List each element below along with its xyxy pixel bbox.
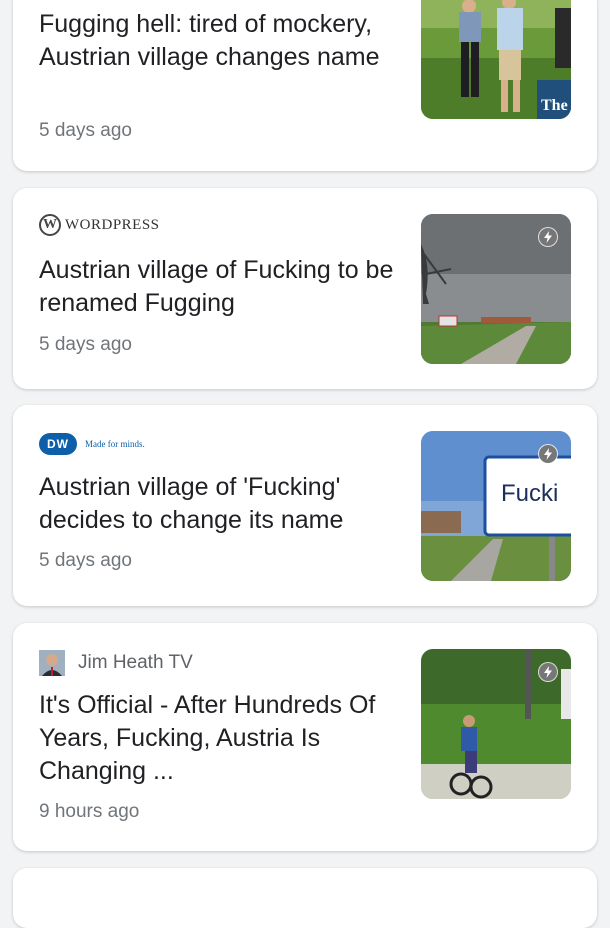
source-row: W WordPress (39, 214, 160, 236)
article-title[interactable]: Fugging hell: tired of mockery, Austrian… (39, 8, 399, 74)
news-card-4[interactable]: Jim Heath TV It's Official - After Hundr… (13, 623, 597, 851)
article-thumbnail[interactable]: Fucki (421, 431, 571, 581)
article-thumbnail[interactable] (421, 649, 571, 799)
source-row: DW Made for minds. (39, 433, 145, 455)
wordpress-logo-icon: W (39, 214, 61, 236)
thumbnail-badge: The Gu (541, 97, 571, 114)
source-tagline: Made for minds. (85, 439, 145, 449)
article-thumbnail[interactable] (421, 214, 571, 364)
amp-bolt-icon (538, 662, 558, 682)
amp-bolt-icon (538, 227, 558, 247)
channel-avatar (39, 650, 65, 676)
article-time: 5 days ago (39, 120, 132, 141)
article-title[interactable]: Austrian village of 'Fucking' decides to… (39, 471, 399, 537)
news-card-1[interactable]: Fugging hell: tired of mockery, Austrian… (13, 0, 597, 171)
article-time: 9 hours ago (39, 801, 140, 822)
source-name: WordPress (65, 216, 160, 233)
thumbnail-sign-text: Fucki (501, 480, 558, 507)
source-name: Jim Heath TV (78, 652, 193, 673)
article-time: 5 days ago (39, 334, 132, 355)
article-title[interactable]: It's Official - After Hundreds Of Years,… (39, 689, 399, 788)
thumbnail-image: The Gu (421, 0, 571, 119)
news-card-5[interactable] (13, 868, 597, 928)
article-title[interactable]: Austrian village of Fucking to be rename… (39, 254, 399, 320)
source-row: Jim Heath TV (39, 650, 193, 676)
article-time: 5 days ago (39, 550, 132, 571)
news-card-2[interactable]: W WordPress Austrian village of Fucking … (13, 188, 597, 389)
article-thumbnail[interactable]: The Gu (421, 0, 571, 119)
dw-logo-icon: DW (39, 433, 77, 455)
news-card-3[interactable]: DW Made for minds. Austrian village of '… (13, 405, 597, 606)
amp-bolt-icon (538, 444, 558, 464)
